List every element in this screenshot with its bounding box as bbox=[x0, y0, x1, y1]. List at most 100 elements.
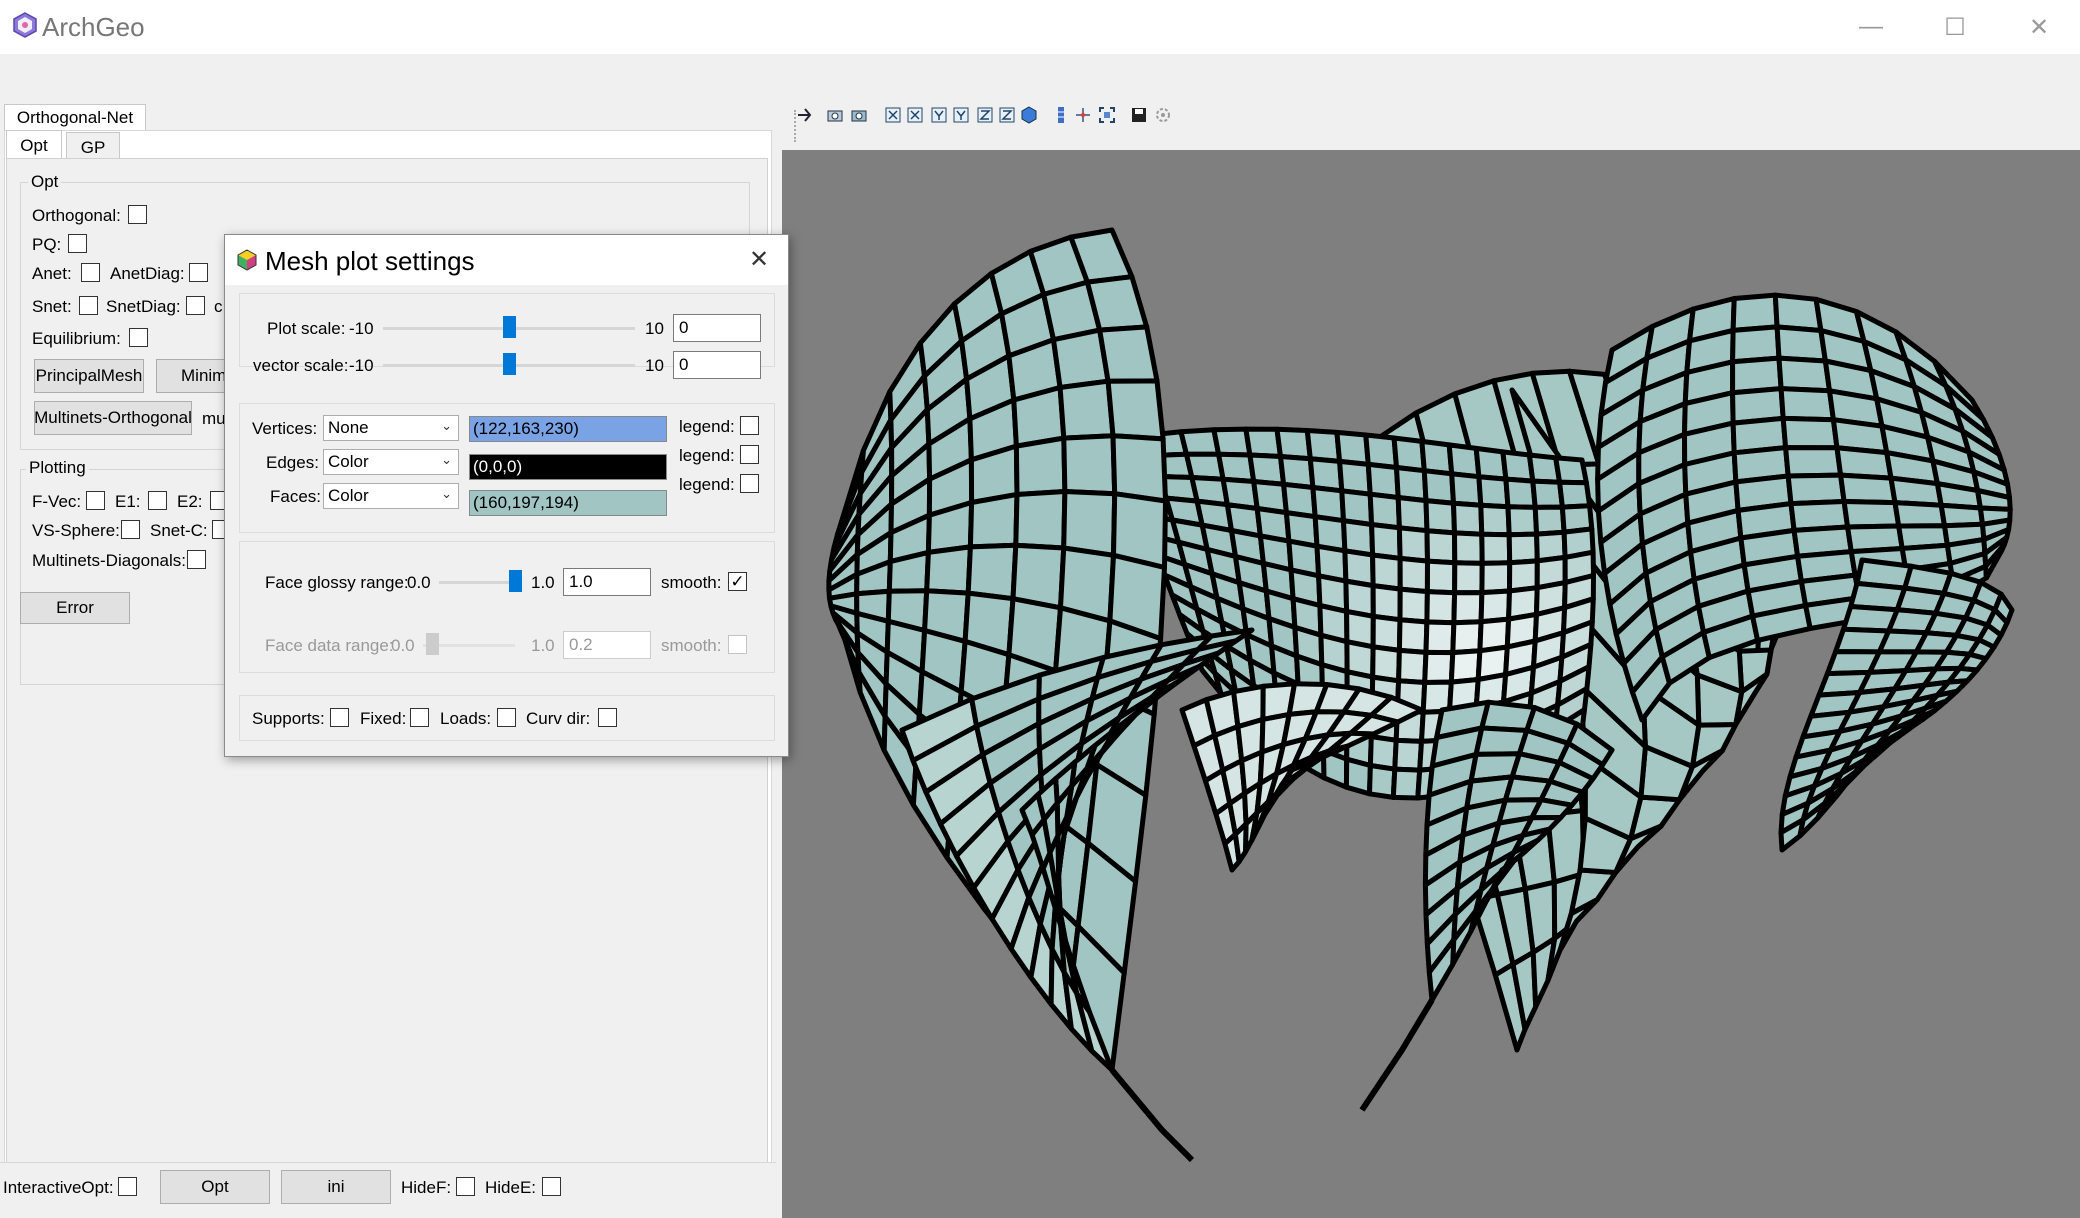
dialog-close-icon[interactable]: ✕ bbox=[749, 245, 769, 274]
title-bar: ArchGeo — ☐ ✕ bbox=[0, 0, 2080, 54]
mesh-face bbox=[1449, 471, 1484, 508]
principal-mesh-button[interactable]: PrincipalMesh bbox=[34, 359, 144, 393]
anet-checkbox[interactable] bbox=[81, 263, 100, 282]
checkmark-icon: ✓ bbox=[730, 571, 745, 591]
mesh-render[interactable] bbox=[782, 150, 2080, 1218]
equilibrium-label: Equilibrium: bbox=[32, 329, 121, 348]
axes-icon[interactable] bbox=[1074, 106, 1092, 124]
error-button[interactable]: Error bbox=[20, 592, 130, 624]
tab-orthogonal-net[interactable]: Orthogonal-Net bbox=[4, 104, 146, 130]
mesh-boundary-edge bbox=[1109, 1068, 1195, 1163]
mesh-face bbox=[1061, 433, 1118, 497]
multinets-diagonals-checkbox[interactable] bbox=[187, 550, 206, 569]
fvec-checkbox[interactable] bbox=[86, 491, 105, 510]
hidee-checkbox[interactable] bbox=[542, 1177, 561, 1196]
edges-legend-checkbox[interactable] bbox=[740, 445, 759, 464]
mesh-face bbox=[1451, 500, 1485, 537]
vs-sphere-label: VS-Sphere: bbox=[32, 521, 120, 540]
hidef-checkbox[interactable] bbox=[456, 1177, 475, 1196]
mesh-face bbox=[1013, 435, 1068, 497]
vertices-mode-select[interactable]: None ⌄ bbox=[323, 415, 459, 441]
face-glossy-input[interactable]: 1.0 bbox=[563, 568, 651, 596]
multinets-orthogonal-button[interactable]: Multinets-Orthogonal bbox=[34, 401, 192, 435]
camera-icon[interactable] bbox=[826, 106, 844, 124]
vertices-legend-checkbox[interactable] bbox=[740, 416, 759, 435]
face-glossy-slider[interactable] bbox=[439, 581, 515, 584]
vertices-legend-label: legend: bbox=[679, 417, 735, 436]
faces-color-swatch[interactable]: (160,197,194) bbox=[469, 490, 667, 516]
mesh-face bbox=[1841, 499, 1902, 530]
plot-scale-input[interactable]: 0 bbox=[673, 314, 761, 342]
hidef-label: HideF: bbox=[401, 1178, 452, 1197]
faces-legend-checkbox[interactable] bbox=[740, 474, 759, 493]
interactive-opt-checkbox[interactable] bbox=[118, 1177, 137, 1196]
opt-group-title: Opt bbox=[28, 172, 62, 192]
mesh-face bbox=[1084, 274, 1150, 333]
faces-mode-select[interactable]: Color ⌄ bbox=[323, 483, 459, 509]
mesh-face bbox=[1838, 472, 1898, 506]
edges-mode-select[interactable]: Color ⌄ bbox=[323, 449, 459, 475]
face-data-input: 0.2 bbox=[563, 631, 651, 659]
pointer-icon[interactable] bbox=[796, 106, 814, 124]
mesh-face bbox=[1478, 502, 1512, 538]
fixed-label: Fixed: bbox=[360, 709, 407, 728]
vector-scale-slider-handle[interactable] bbox=[503, 353, 516, 375]
maximize-button[interactable]: ☐ bbox=[1913, 0, 1997, 54]
mesh-face bbox=[967, 492, 1020, 550]
equilibrium-checkbox[interactable] bbox=[129, 328, 148, 347]
snet-checkbox[interactable] bbox=[79, 296, 98, 315]
opt-button[interactable]: Opt bbox=[160, 1170, 270, 1204]
mesh-face bbox=[1424, 528, 1458, 566]
face-data-slider-handle bbox=[426, 633, 440, 655]
faces-mode-value: Color bbox=[328, 486, 369, 505]
orthogonal-checkbox[interactable] bbox=[128, 205, 147, 224]
view-y-icon[interactable] bbox=[930, 106, 948, 124]
mesh-face bbox=[1097, 324, 1160, 384]
mesh-patch bbox=[826, 227, 1168, 1073]
minimize-button[interactable]: — bbox=[1829, 0, 1913, 54]
chevron-down-icon: ⌄ bbox=[441, 452, 452, 467]
vertices-color-swatch[interactable]: (122,163,230) bbox=[469, 416, 667, 442]
plot-scale-slider-handle[interactable] bbox=[503, 316, 516, 338]
supports-checkbox[interactable] bbox=[330, 708, 349, 727]
mesh-plot-settings-dialog: Mesh plot settings ✕ Plot scale: -10 10 … bbox=[224, 234, 789, 757]
cube-view-icon[interactable] bbox=[1020, 106, 1038, 124]
vs-sphere-checkbox[interactable] bbox=[121, 520, 140, 539]
anetdiag-checkbox[interactable] bbox=[189, 263, 208, 282]
tab-gp[interactable]: GP bbox=[66, 132, 120, 158]
view-x-icon[interactable] bbox=[884, 106, 902, 124]
snetdiag-checkbox[interactable] bbox=[186, 296, 205, 315]
mesh-face bbox=[1452, 560, 1485, 596]
main-toolbar bbox=[0, 54, 2080, 131]
face-glossy-smooth-label: smooth: bbox=[661, 573, 722, 592]
view-z-neg-icon[interactable] bbox=[998, 106, 1016, 124]
view-y-neg-icon[interactable] bbox=[952, 106, 970, 124]
curv-dir-checkbox[interactable] bbox=[598, 708, 617, 727]
edges-mode-value: Color bbox=[328, 452, 369, 471]
close-window-button[interactable]: ✕ bbox=[1997, 0, 2080, 54]
settings-icon[interactable] bbox=[1154, 106, 1172, 124]
view-z-icon[interactable] bbox=[976, 106, 994, 124]
pq-checkbox[interactable] bbox=[68, 234, 87, 253]
bars-icon[interactable] bbox=[1052, 106, 1070, 124]
anetdiag-label: AnetDiag: bbox=[110, 264, 185, 283]
fixed-checkbox[interactable] bbox=[410, 708, 429, 727]
vector-scale-min: -10 bbox=[349, 356, 374, 375]
save-icon[interactable] bbox=[1130, 106, 1148, 124]
mesh-face bbox=[1451, 590, 1485, 626]
face-glossy-label: Face glossy range: bbox=[265, 573, 409, 592]
face-glossy-smooth-checkbox[interactable]: ✓ bbox=[728, 572, 747, 591]
vector-scale-input[interactable]: 0 bbox=[673, 351, 761, 379]
3d-viewport[interactable] bbox=[782, 150, 2080, 1218]
view-x-neg-icon[interactable] bbox=[906, 106, 924, 124]
e1-checkbox[interactable] bbox=[148, 491, 167, 510]
tab-opt[interactable]: Opt bbox=[6, 130, 62, 158]
mesh-face bbox=[1013, 489, 1068, 551]
face-data-label: Face data range: bbox=[265, 636, 394, 655]
camera-icon-2[interactable] bbox=[850, 106, 868, 124]
edges-color-swatch[interactable]: (0,0,0) bbox=[469, 454, 667, 480]
loads-checkbox[interactable] bbox=[497, 708, 516, 727]
fit-icon[interactable] bbox=[1098, 106, 1116, 124]
ini-button[interactable]: ini bbox=[281, 1170, 391, 1204]
face-glossy-slider-handle[interactable] bbox=[509, 570, 522, 592]
